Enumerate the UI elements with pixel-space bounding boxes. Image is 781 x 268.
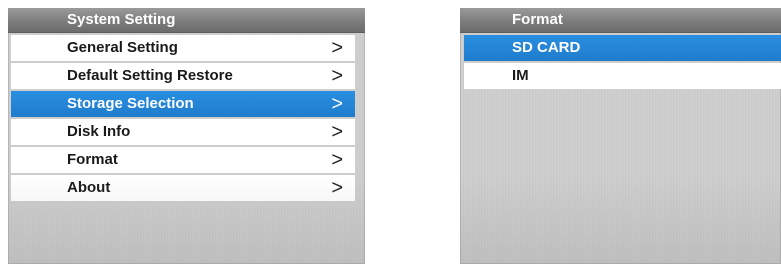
chevron-right-icon: > [331,121,343,143]
system-setting-menu: General Setting > Default Setting Restor… [8,35,365,201]
chevron-right-icon: > [331,177,343,199]
format-option-im[interactable]: IM [464,63,781,89]
format-panel: Format SD CARD IM [460,8,781,264]
menu-item-label: Default Setting Restore [67,67,233,84]
menu-item-format[interactable]: Format > [11,147,355,173]
format-menu: SD CARD IM [460,35,781,89]
system-setting-panel: System Setting General Setting > Default… [8,8,365,264]
system-setting-title: System Setting [8,8,365,33]
format-option-label: IM [512,67,529,84]
menu-item-about[interactable]: About > [11,175,355,201]
chevron-right-icon: > [331,37,343,59]
format-title: Format [460,8,781,33]
menu-item-storage-selection[interactable]: Storage Selection > [11,91,355,117]
menu-item-label: Format [67,151,118,168]
chevron-right-icon: > [331,65,343,87]
menu-item-disk-info[interactable]: Disk Info > [11,119,355,145]
menu-item-label: About [67,179,111,196]
menu-item-label: General Setting [67,39,178,56]
menu-item-label: Storage Selection [67,95,194,112]
chevron-right-icon: > [331,93,343,115]
menu-item-default-setting-restore[interactable]: Default Setting Restore > [11,63,355,89]
chevron-right-icon: > [331,149,343,171]
format-option-label: SD CARD [512,39,581,56]
menu-item-label: Disk Info [67,123,131,140]
menu-item-general-setting[interactable]: General Setting > [11,35,355,61]
format-option-sd-card[interactable]: SD CARD [464,35,781,61]
